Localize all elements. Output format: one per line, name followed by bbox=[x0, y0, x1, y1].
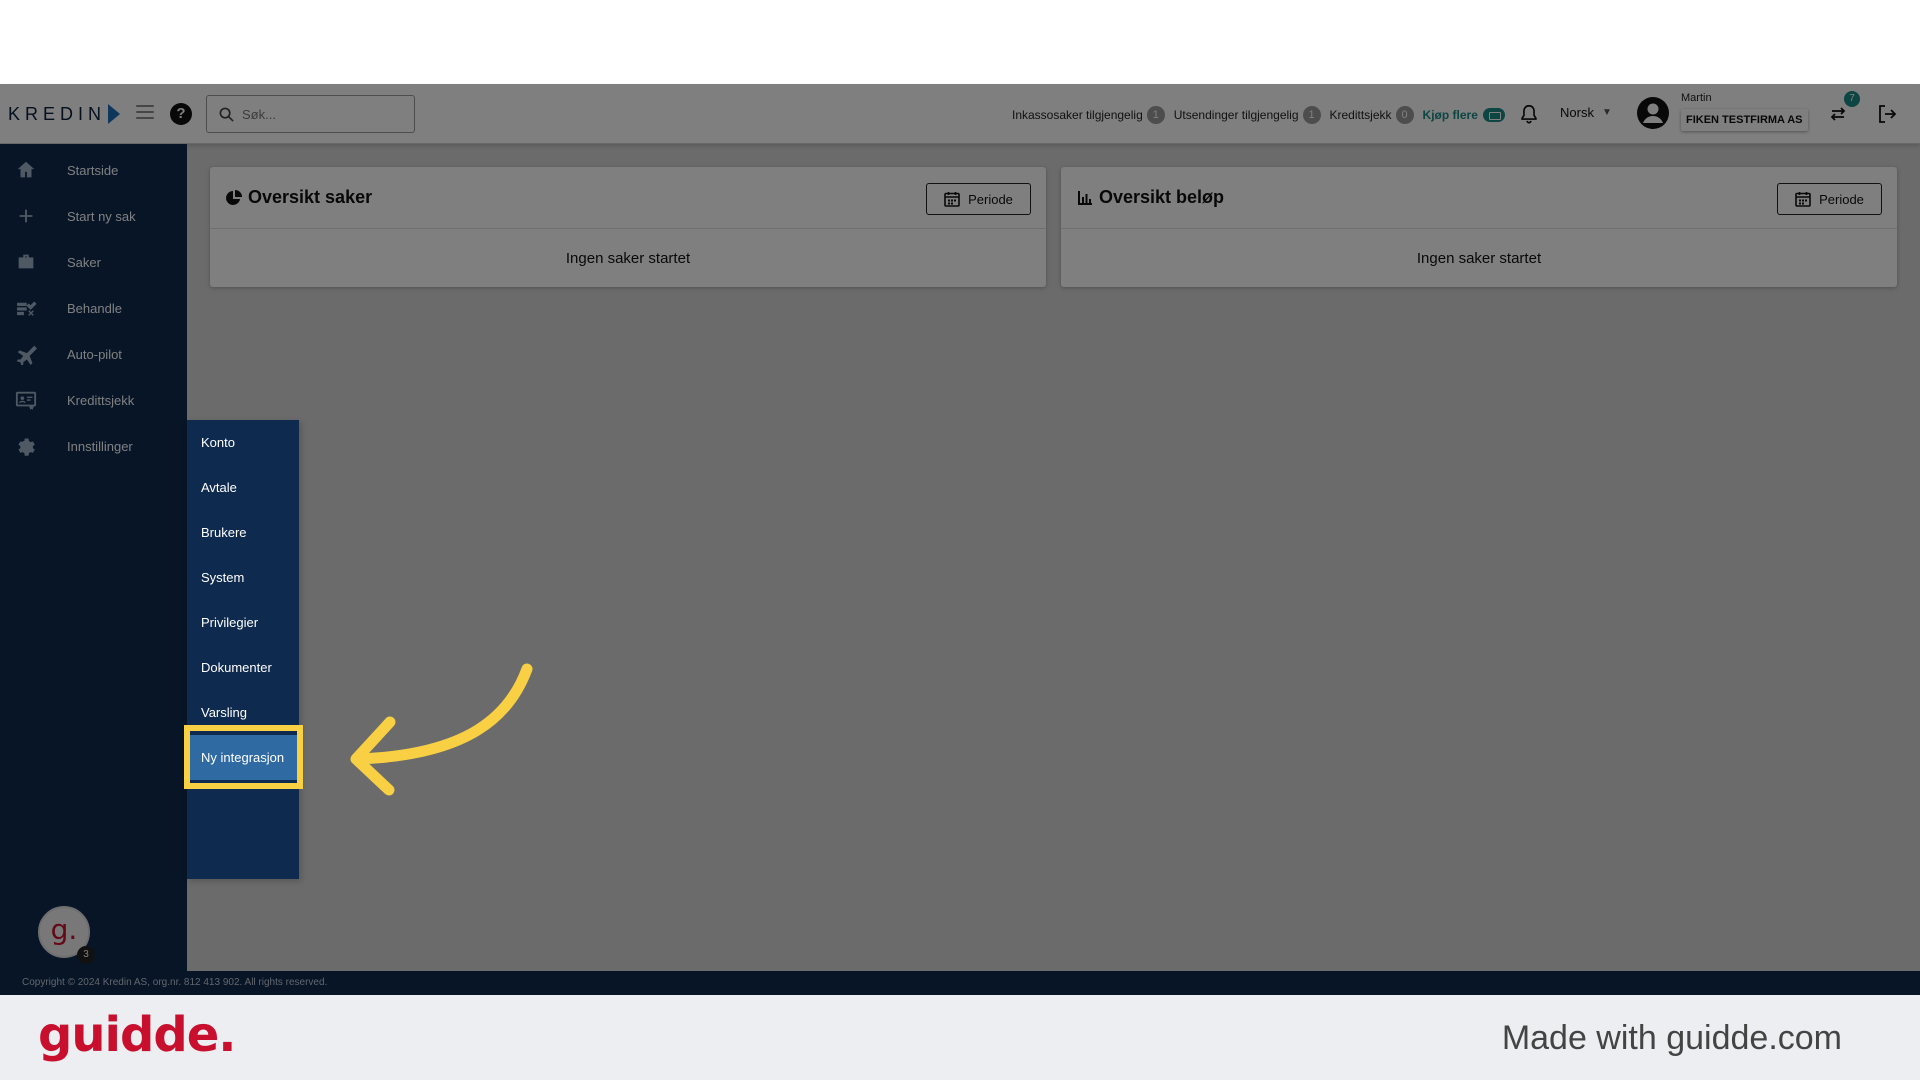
language-select[interactable]: Norsk ▼ bbox=[1560, 105, 1612, 120]
airplane-icon bbox=[16, 345, 37, 365]
logo-text: KREDIN bbox=[8, 103, 107, 124]
bar-chart-icon bbox=[1078, 190, 1092, 205]
empty-state: Ingen saker startet bbox=[1416, 249, 1542, 267]
stat-label: Utsendinger tilgjengelig bbox=[1173, 108, 1299, 122]
sidebar-item-startside[interactable]: Startside bbox=[0, 150, 187, 190]
kredin-logo[interactable]: KREDIN bbox=[8, 102, 121, 126]
click-highlight bbox=[184, 725, 303, 789]
submenu-item-privilegier[interactable]: Privilegier bbox=[187, 600, 299, 645]
hamburger-menu-icon[interactable] bbox=[136, 105, 154, 119]
user-info[interactable]: Martin FIKEN TESTFIRMA AS bbox=[1681, 92, 1808, 131]
sidebar-item-label: Saker bbox=[67, 254, 101, 270]
screenshot: KREDIN ? Inkassosaker tilgjengelig 1 Uts… bbox=[0, 0, 1920, 1080]
submenu-item-avtale[interactable]: Avtale bbox=[187, 465, 299, 510]
card-header: Oversikt beløp Periode bbox=[1061, 167, 1897, 229]
calendar-icon bbox=[1795, 192, 1811, 207]
sidebar-item-saker[interactable]: Saker bbox=[0, 242, 187, 282]
guidde-count-badge: 3 bbox=[77, 946, 95, 964]
sidebar-item-label: Behandle bbox=[67, 300, 122, 316]
user-name: Martin bbox=[1681, 92, 1712, 104]
pointer-arrow-icon bbox=[350, 663, 533, 796]
stat-count-badge: 1 bbox=[1146, 106, 1165, 124]
sidebar: Startside Start ny sak Saker Behandle Au… bbox=[0, 144, 187, 971]
stat-count-badge: 1 bbox=[1302, 106, 1321, 124]
sidebar-item-behandle[interactable]: Behandle bbox=[0, 288, 187, 328]
language-label: Norsk bbox=[1560, 105, 1594, 120]
company-chip[interactable]: FIKEN TESTFIRMA AS bbox=[1681, 109, 1808, 131]
stat-inkasso[interactable]: Inkassosaker tilgjengelig 1 bbox=[1012, 106, 1165, 124]
plus-icon bbox=[19, 209, 33, 223]
chevron-down-icon: ▼ bbox=[1601, 107, 1612, 118]
cart-icon bbox=[1482, 108, 1505, 122]
sidebar-item-label: Auto-pilot bbox=[67, 346, 122, 362]
sidebar-item-kredittsjekk[interactable]: Kredittsjekk bbox=[0, 380, 187, 420]
stat-count-badge: 0 bbox=[1395, 106, 1414, 124]
availability-stats: Inkassosaker tilgjengelig 1 Utsendinger … bbox=[1012, 105, 1505, 125]
empty-state: Ingen saker startet bbox=[565, 249, 691, 267]
guidde-logo: guidde. bbox=[38, 1007, 236, 1063]
period-button[interactable]: Periode bbox=[926, 183, 1031, 215]
card-title-text: Oversikt beløp bbox=[1099, 187, 1225, 207]
submenu-item-konto[interactable]: Konto bbox=[187, 420, 299, 465]
briefcase-icon bbox=[18, 254, 34, 269]
stat-label: Kredittsjekk bbox=[1329, 108, 1392, 122]
calendar-icon bbox=[944, 192, 960, 207]
stat-label: Inkassosaker tilgjengelig bbox=[1012, 108, 1143, 122]
search-box[interactable] bbox=[206, 95, 415, 133]
card-title: Oversikt saker bbox=[226, 187, 372, 208]
search-input[interactable] bbox=[242, 106, 402, 122]
guidde-bottom-bar: guidde. Made with guidde.com bbox=[0, 995, 1920, 1080]
submenu-item-dokumenter[interactable]: Dokumenter bbox=[187, 645, 299, 690]
checklist-icon bbox=[17, 301, 37, 316]
search-icon bbox=[219, 107, 234, 122]
card-oversikt-saker: Oversikt saker Periode Ingen saker start… bbox=[210, 167, 1046, 287]
pie-chart-icon bbox=[226, 189, 242, 205]
made-with-text: Made with guidde.com bbox=[1501, 1019, 1842, 1057]
sidebar-item-label: Kredittsjekk bbox=[67, 392, 135, 408]
period-button-label: Periode bbox=[968, 191, 1013, 207]
submenu-item-system[interactable]: System bbox=[187, 555, 299, 600]
app-footer: Copyright © 2024 Kredin AS, org.nr. 812 … bbox=[0, 971, 1920, 995]
card-oversikt-belop: Oversikt beløp Periode Ingen saker start… bbox=[1061, 167, 1897, 287]
card-title-text: Oversikt saker bbox=[248, 187, 373, 207]
submenu-item-brukere[interactable]: Brukere bbox=[187, 510, 299, 555]
logo-arrow-icon bbox=[108, 104, 121, 124]
gear-icon bbox=[18, 438, 35, 456]
stat-kredittsjekk[interactable]: Kredittsjekk 0 bbox=[1330, 106, 1414, 124]
sidebar-item-label: Start ny sak bbox=[67, 208, 136, 224]
user-avatar-icon[interactable] bbox=[1636, 96, 1670, 130]
period-button[interactable]: Periode bbox=[1777, 183, 1882, 215]
period-button-label: Periode bbox=[1819, 191, 1864, 207]
card-header: Oversikt saker Periode bbox=[210, 167, 1046, 229]
swap-arrows-icon[interactable] bbox=[1828, 104, 1848, 124]
help-icon[interactable]: ? bbox=[170, 103, 192, 125]
stat-utsendinger[interactable]: Utsendinger tilgjengelig 1 bbox=[1174, 106, 1321, 124]
sidebar-item-label: Startside bbox=[67, 162, 119, 178]
sidebar-item-auto-pilot[interactable]: Auto-pilot bbox=[0, 334, 187, 374]
copyright-text: Copyright © 2024 Kredin AS, org.nr. 812 … bbox=[22, 977, 328, 988]
top-band bbox=[0, 0, 1920, 84]
swap-count-badge: 7 bbox=[1844, 91, 1860, 107]
sidebar-item-label: Innstillinger bbox=[67, 438, 133, 454]
card-title: Oversikt beløp bbox=[1077, 187, 1224, 208]
buy-more-link[interactable]: Kjøp flere bbox=[1423, 108, 1505, 122]
top-header: KREDIN ? Inkassosaker tilgjengelig 1 Uts… bbox=[0, 84, 1920, 144]
id-card-icon bbox=[15, 391, 37, 410]
home-icon bbox=[17, 161, 35, 178]
sidebar-item-start-ny-sak[interactable]: Start ny sak bbox=[0, 196, 187, 236]
bell-icon[interactable] bbox=[1518, 102, 1540, 126]
buy-more-label: Kjøp flere bbox=[1422, 108, 1478, 122]
logout-icon[interactable] bbox=[1876, 103, 1898, 125]
sidebar-item-innstillinger[interactable]: Innstillinger bbox=[0, 426, 187, 466]
settings-submenu: Konto Avtale Brukere System Privilegier … bbox=[187, 420, 299, 879]
